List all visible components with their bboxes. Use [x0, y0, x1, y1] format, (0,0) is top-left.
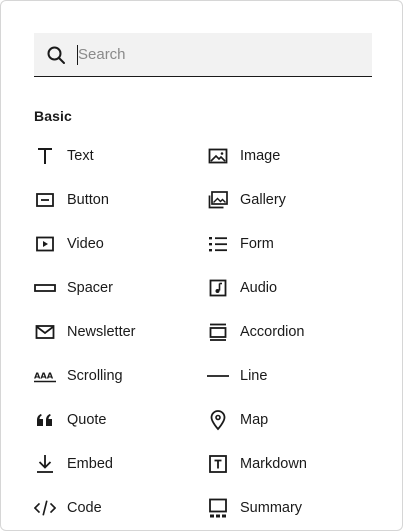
- map-icon: [207, 409, 229, 431]
- block-item-summary[interactable]: Summary: [207, 486, 372, 530]
- scrolling-icon: AAA: [34, 365, 56, 387]
- block-label: Image: [240, 148, 281, 164]
- markdown-icon: [207, 453, 229, 475]
- search-bar[interactable]: [34, 33, 372, 77]
- block-label: Map: [240, 412, 269, 428]
- gallery-icon: [207, 189, 229, 211]
- block-item-video[interactable]: Video: [34, 222, 199, 266]
- block-item-embed[interactable]: Embed: [34, 442, 199, 486]
- block-label: Scrolling: [67, 368, 123, 384]
- line-icon: [207, 365, 229, 387]
- block-label: Audio: [240, 280, 278, 296]
- block-label: Code: [67, 500, 102, 516]
- code-icon: [34, 497, 56, 519]
- summary-icon: [207, 497, 229, 519]
- quote-icon: [34, 409, 56, 431]
- block-item-form[interactable]: Form: [207, 222, 372, 266]
- block-item-spacer[interactable]: Spacer: [34, 266, 199, 310]
- video-icon: [34, 233, 56, 255]
- search-input[interactable]: [78, 33, 358, 76]
- block-label: Gallery: [240, 192, 286, 208]
- block-label: Quote: [67, 412, 107, 428]
- block-picker-panel: Basic Text Image Button Gallery: [0, 0, 403, 531]
- block-item-audio[interactable]: Audio: [207, 266, 372, 310]
- embed-icon: [34, 453, 56, 475]
- form-icon: [207, 233, 229, 255]
- block-item-image[interactable]: Image: [207, 134, 372, 178]
- block-item-line[interactable]: Line: [207, 354, 372, 398]
- block-item-gallery[interactable]: Gallery: [207, 178, 372, 222]
- block-item-quote[interactable]: Quote: [34, 398, 199, 442]
- block-item-newsletter[interactable]: Newsletter: [34, 310, 199, 354]
- block-label: Markdown: [240, 456, 307, 472]
- block-label: Embed: [67, 456, 113, 472]
- audio-icon: [207, 277, 229, 299]
- section-title-basic: Basic: [34, 108, 72, 124]
- button-icon: [34, 189, 56, 211]
- block-label: Button: [67, 192, 109, 208]
- block-item-scrolling[interactable]: AAA Scrolling: [34, 354, 199, 398]
- block-label: Form: [240, 236, 274, 252]
- block-item-map[interactable]: Map: [207, 398, 372, 442]
- block-item-button[interactable]: Button: [34, 178, 199, 222]
- text-icon: [34, 145, 56, 167]
- block-label: Video: [67, 236, 104, 252]
- search-icon: [46, 45, 66, 65]
- block-label: Summary: [240, 500, 303, 516]
- block-label: Text: [67, 148, 94, 164]
- block-item-code[interactable]: Code: [34, 486, 199, 530]
- block-label: Newsletter: [67, 324, 136, 340]
- image-icon: [207, 145, 229, 167]
- block-item-accordion[interactable]: Accordion: [207, 310, 372, 354]
- block-item-text[interactable]: Text: [34, 134, 199, 178]
- svg-text:AAA: AAA: [34, 371, 54, 381]
- block-label: Line: [240, 368, 268, 384]
- block-item-markdown[interactable]: Markdown: [207, 442, 372, 486]
- block-label: Accordion: [240, 324, 305, 340]
- accordion-icon: [207, 321, 229, 343]
- spacer-icon: [34, 277, 56, 299]
- newsletter-icon: [34, 321, 56, 343]
- block-label: Spacer: [67, 280, 113, 296]
